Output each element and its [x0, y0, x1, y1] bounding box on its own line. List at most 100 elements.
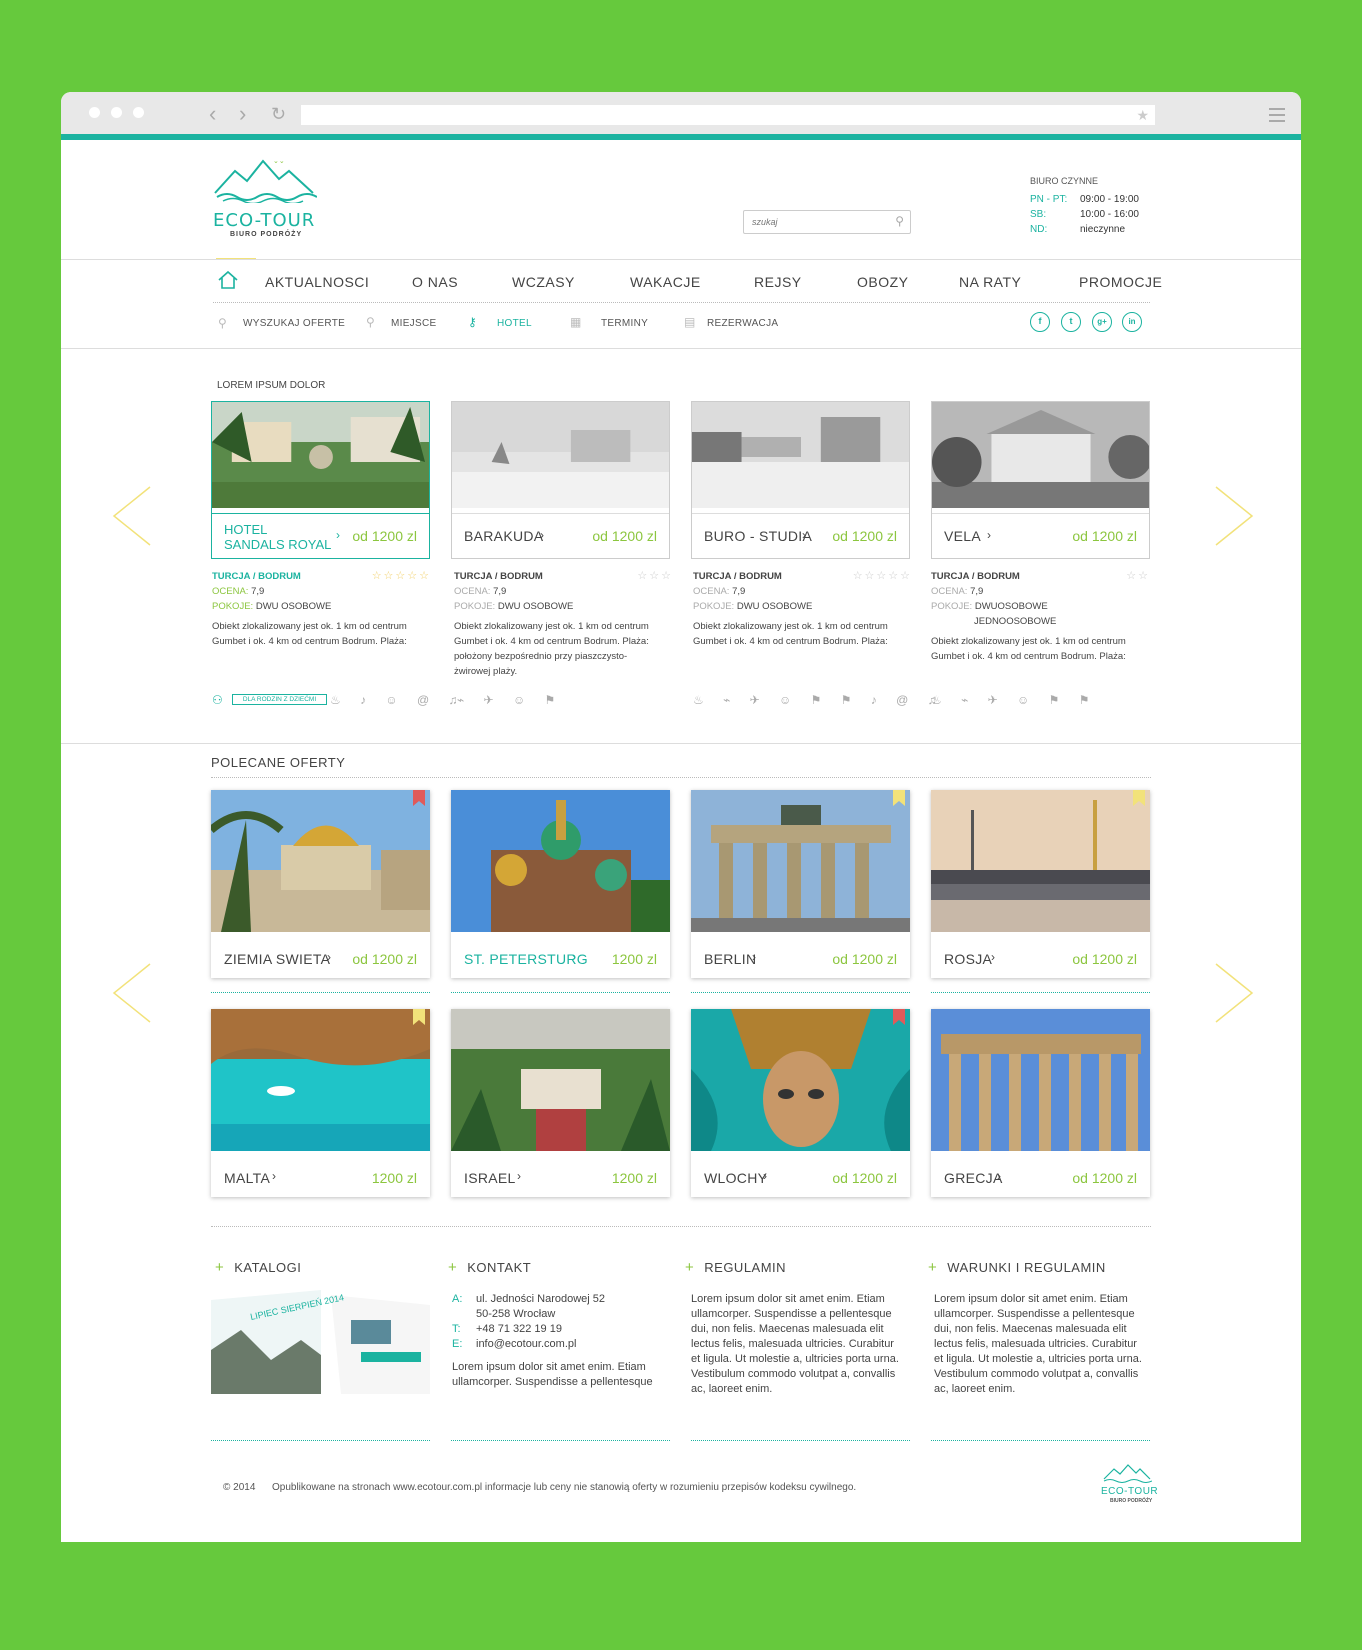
rating-value: 7,9	[251, 586, 265, 597]
amenity-icons: ⌁ ✈ ☺ ⚑	[457, 693, 564, 707]
rooms-value: DWU OSOBOWE	[255, 601, 332, 612]
offer-price: 1200 zl	[611, 1170, 657, 1186]
offer-price: 1200 zl	[371, 1170, 417, 1186]
kontakt-text: Lorem ipsum dolor sit amet enim. Etiam u…	[452, 1361, 653, 1388]
twitter-icon[interactable]: t	[1061, 312, 1081, 332]
contact-value: ul. Jedności Narodowej 52	[476, 1293, 606, 1305]
chevron-right-icon: ›	[752, 950, 756, 964]
nav-aktualnosci[interactable]: AKTUALNOSCI	[265, 274, 369, 290]
subnav-terminy[interactable]: TERMINY	[601, 318, 648, 329]
window-dot[interactable]	[89, 107, 100, 118]
bookmark-star-icon[interactable]: ★	[1136, 105, 1149, 125]
carousel-next-icon[interactable]	[1214, 486, 1254, 546]
star-rating-icon[interactable]: ☆☆☆☆☆	[853, 569, 912, 584]
offer-card[interactable]: ISRAEL › 1200 zl	[451, 1009, 670, 1197]
search-input[interactable]	[752, 212, 882, 232]
chevron-right-icon: ›	[540, 528, 544, 542]
hotel-description: Obiekt zlokalizowany jest ok. 1 km od ce…	[454, 621, 649, 677]
hours-day: PN - PT:	[1030, 194, 1068, 205]
hotel-name-line2: SANDALS ROYAL	[224, 537, 332, 552]
rooms-value: DWUOSOBOWE	[974, 601, 1048, 612]
catalog-image[interactable]: LIPIEC SIERPIEŃ 2014	[211, 1290, 430, 1394]
offer-price: 1200 zl	[611, 951, 657, 967]
facebook-icon[interactable]: f	[1030, 312, 1050, 332]
offer-name: MALTA	[224, 1170, 271, 1186]
rooms-value-2: JEDNOOSOBOWE	[974, 616, 1057, 627]
map-pin-icon: ⚲	[366, 315, 375, 329]
googleplus-icon[interactable]: g+	[1092, 312, 1112, 332]
warunki-text: Lorem ipsum dolor sit amet enim. Etiam u…	[934, 1293, 1142, 1395]
nav-wczasy[interactable]: WCZASY	[512, 274, 575, 290]
footer-regulamin[interactable]: + REGULAMIN	[685, 1259, 786, 1276]
logo-title[interactable]: ECO-TOUR	[213, 210, 315, 231]
window-dot[interactable]	[133, 107, 144, 118]
back-icon[interactable]: ‹	[209, 102, 216, 126]
reload-icon[interactable]: ↻	[271, 102, 286, 126]
footer-warunki[interactable]: + WARUNKI I REGULAMIN	[928, 1259, 1106, 1276]
menu-icon[interactable]	[1269, 108, 1285, 126]
home-icon[interactable]	[217, 270, 239, 290]
plus-icon: +	[685, 1259, 695, 1276]
offers-divider	[211, 777, 1151, 778]
contact-label: T:	[452, 1323, 461, 1335]
header-divider	[61, 259, 1301, 260]
hotel-card[interactable]: BURO - STUDIA › od 1200 zl	[691, 401, 910, 559]
logo-subtitle: BIURO PODRÓŻY	[230, 231, 303, 238]
nav-rejsy[interactable]: REJSY	[754, 274, 802, 290]
offer-card[interactable]: ST. PETERSTURG › 1200 zl	[451, 790, 670, 978]
nav-o-nas[interactable]: O NAS	[412, 274, 458, 290]
search-box[interactable]: ⚲	[743, 210, 911, 234]
offer-card[interactable]: BERLIN › od 1200 zl	[691, 790, 910, 978]
hotel-card[interactable]: VELA › od 1200 zl	[931, 401, 1152, 559]
card-divider	[691, 992, 910, 993]
search-icon[interactable]: ⚲	[895, 214, 904, 228]
offer-card[interactable]: ZIEMIA SWIETA › od 1200 zl	[208, 790, 430, 978]
contact-email-link[interactable]: info@ecotour.com.pl	[476, 1338, 576, 1350]
address-bar[interactable]: ★	[301, 105, 1155, 125]
nav-obozy[interactable]: OBOZY	[857, 274, 909, 290]
carousel-next-icon[interactable]	[1214, 963, 1254, 1023]
nav-promocje[interactable]: PROMOCJE	[1079, 274, 1162, 290]
contact-label: A:	[452, 1293, 463, 1305]
subnav-wyszukaj[interactable]: WYSZUKAJ OFERTE	[243, 318, 345, 329]
window-dot[interactable]	[111, 107, 122, 118]
carousel-prev-icon[interactable]	[112, 486, 152, 546]
offer-card[interactable]: ROSJA › od 1200 zl	[931, 790, 1150, 978]
offer-photo	[208, 790, 430, 932]
subnav-rezerwacja[interactable]: REZERWACJA	[707, 318, 778, 329]
offer-card[interactable]: GRECJA › od 1200 zl	[931, 1009, 1150, 1197]
subnav-hotel[interactable]: HOTEL	[497, 318, 532, 329]
footer-logo-title[interactable]: ECO-TOUR	[1101, 1486, 1158, 1497]
hotel-card[interactable]: BARAKUDA › od 1200 zl	[451, 401, 670, 559]
copyright: © 2014	[223, 1482, 256, 1493]
footer-col-divider	[691, 1440, 910, 1441]
star-rating-icon[interactable]: ☆☆☆☆☆	[372, 569, 431, 584]
subnav-miejsce[interactable]: MIEJSCE	[391, 318, 436, 329]
contact-value: 50-258 Wrocław	[476, 1308, 556, 1320]
offers-title: POLECANE OFERTY	[211, 755, 346, 770]
bookmark-badge-icon	[1133, 790, 1145, 806]
footer-warunki-title: WARUNKI I REGULAMIN	[947, 1260, 1106, 1275]
plus-icon: +	[215, 1259, 225, 1276]
footer-col-divider	[451, 1440, 670, 1441]
carousel-prev-icon[interactable]	[112, 963, 152, 1023]
footer-kontakt[interactable]: + KONTAKT	[448, 1259, 531, 1276]
bookmark-badge-icon	[413, 790, 425, 806]
nav-na-raty[interactable]: NA RATY	[959, 274, 1021, 290]
star-rating-icon[interactable]: ☆☆☆	[637, 569, 673, 584]
offer-card[interactable]: MALTA › 1200 zl	[211, 1009, 430, 1197]
hotel-card[interactable]: HOTEL SANDALS ROYAL › od 1200 zl	[211, 401, 430, 559]
hotel-name: BARAKUDA	[464, 528, 544, 544]
instagram-icon[interactable]: in	[1122, 312, 1142, 332]
logo-mountains-icon: ⌄⌄	[214, 158, 317, 203]
hours-time: nieczynne	[1080, 224, 1126, 235]
offer-card[interactable]: WLOCHY › od 1200 zl	[691, 1009, 910, 1197]
hotel-info: TURCJA / BODRUM ☆☆☆ OCENA: 7,9 POKOJE: D…	[454, 569, 673, 679]
offer-photo	[691, 1009, 910, 1151]
nav-wakacje[interactable]: WAKACJE	[630, 274, 701, 290]
card-divider	[211, 992, 430, 993]
contact-phone[interactable]: +48 71 322 19 19	[476, 1323, 562, 1335]
footer-katalogi[interactable]: + KATALOGI	[215, 1259, 301, 1276]
forward-icon[interactable]: ›	[239, 102, 246, 126]
star-rating-icon[interactable]: ☆☆	[1126, 569, 1150, 584]
